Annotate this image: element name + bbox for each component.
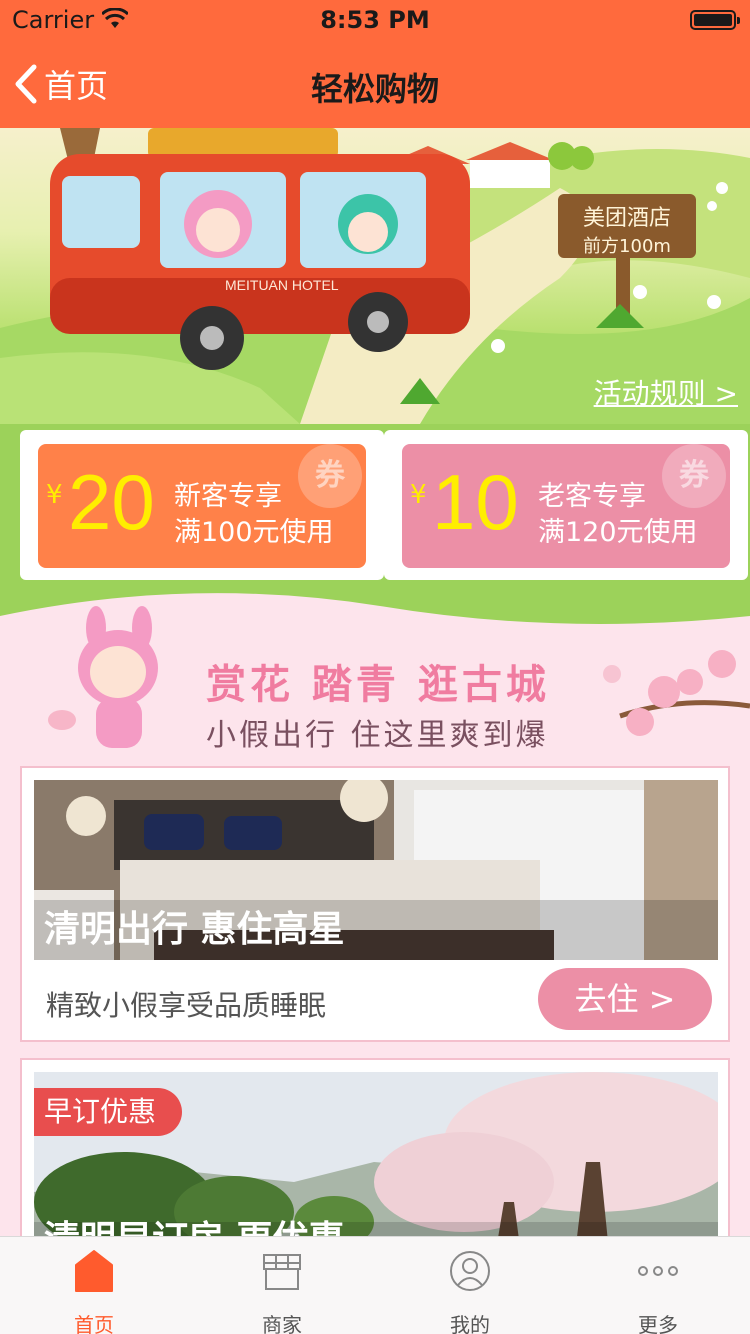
bus-text: MEITUAN HOTEL — [225, 277, 339, 293]
store-icon — [263, 1254, 301, 1290]
coupon-stamp-icon: 券 — [662, 444, 726, 508]
hotel-room-photo[interactable]: 清明出行 惠住高星 — [34, 780, 718, 960]
cherry-blossom-photo[interactable]: 早订优惠 清明早订房 更优惠 — [34, 1072, 718, 1262]
new-customer-coupon[interactable]: ¥ 20 新客专享 满100元使用 券 — [38, 444, 366, 568]
sign-line2: 前方100m — [583, 236, 671, 257]
tab-merchants[interactable]: 商家 — [188, 1237, 376, 1334]
activity-rules-link[interactable]: 活动规则 > — [594, 372, 738, 412]
home-icon — [75, 1250, 113, 1292]
sign-line1: 美团酒店 — [582, 206, 671, 231]
hotel-signpost: 美团酒店 前方100m — [558, 194, 696, 258]
coupon-stamp-icon: 券 — [298, 444, 362, 508]
tab-more[interactable]: 更多 — [564, 1237, 750, 1334]
tab-mine-label: 我的 — [450, 1313, 490, 1334]
coupon-condition: 满100元使用 — [174, 517, 334, 548]
early-booking-tag: 早订优惠 — [34, 1088, 183, 1136]
early-booking-card: 早订优惠 清明早订房 更优惠 — [20, 1058, 730, 1262]
go-stay-button[interactable]: 去住 > — [538, 968, 712, 1030]
coupon-condition: 满120元使用 — [538, 517, 698, 548]
battery-icon — [690, 10, 740, 30]
tab-home-label: 首页 — [74, 1313, 114, 1334]
coupon-amount: 10 — [432, 458, 519, 546]
promo-subline: 小假出行 住这里爽到爆 — [206, 718, 549, 753]
tab-bar: 首页 商家 我的 更多 — [0, 1236, 750, 1334]
status-time: 8:53 PM — [320, 6, 430, 34]
card-description: 精致小假享受品质睡眠 — [46, 989, 327, 1022]
coupon-amount: 20 — [68, 458, 155, 546]
coupon-title: 老客专享 — [538, 481, 646, 512]
coupon-currency: ¥ — [410, 480, 427, 510]
coupon-card-new: ¥ 20 新客专享 满100元使用 券 — [20, 430, 384, 580]
more-dots-icon — [638, 1266, 678, 1276]
hotel-offer-card: 清明出行 惠住高星 精致小假享受品质睡眠 去住 > — [20, 766, 730, 1042]
coupon-strip: ¥ 20 新客专享 满100元使用 券 ¥ 10 老客专享 满120元使用 券 — [0, 424, 750, 586]
navigation-bar: 首页 轻松购物 — [0, 40, 750, 128]
promo-headline: 赏花 踏青 逛古城 — [206, 662, 550, 708]
tab-home[interactable]: 首页 — [0, 1237, 188, 1334]
tab-more-label: 更多 — [638, 1313, 678, 1334]
coupon-card-returning: ¥ 10 老客专享 满120元使用 券 — [384, 430, 748, 580]
tab-mine[interactable]: 我的 — [376, 1237, 564, 1334]
hero-banner[interactable]: MEITUAN HOTEL 美团酒店 前方100m 活动规则 > — [0, 128, 750, 424]
card-photo-title: 清明出行 惠住高星 — [44, 909, 345, 950]
status-bar: Carrier 8:53 PM — [0, 0, 750, 40]
user-icon — [450, 1251, 490, 1291]
returning-customer-coupon[interactable]: ¥ 10 老客专享 满120元使用 券 — [402, 444, 730, 568]
coupon-title: 新客专享 — [174, 481, 282, 512]
promo-section: 赏花 踏青 逛古城 小假出行 住这里爽到爆 — [0, 586, 750, 766]
coupon-currency: ¥ — [46, 480, 63, 510]
tab-merchants-label: 商家 — [262, 1313, 302, 1334]
page-title: 轻松购物 — [310, 70, 439, 108]
